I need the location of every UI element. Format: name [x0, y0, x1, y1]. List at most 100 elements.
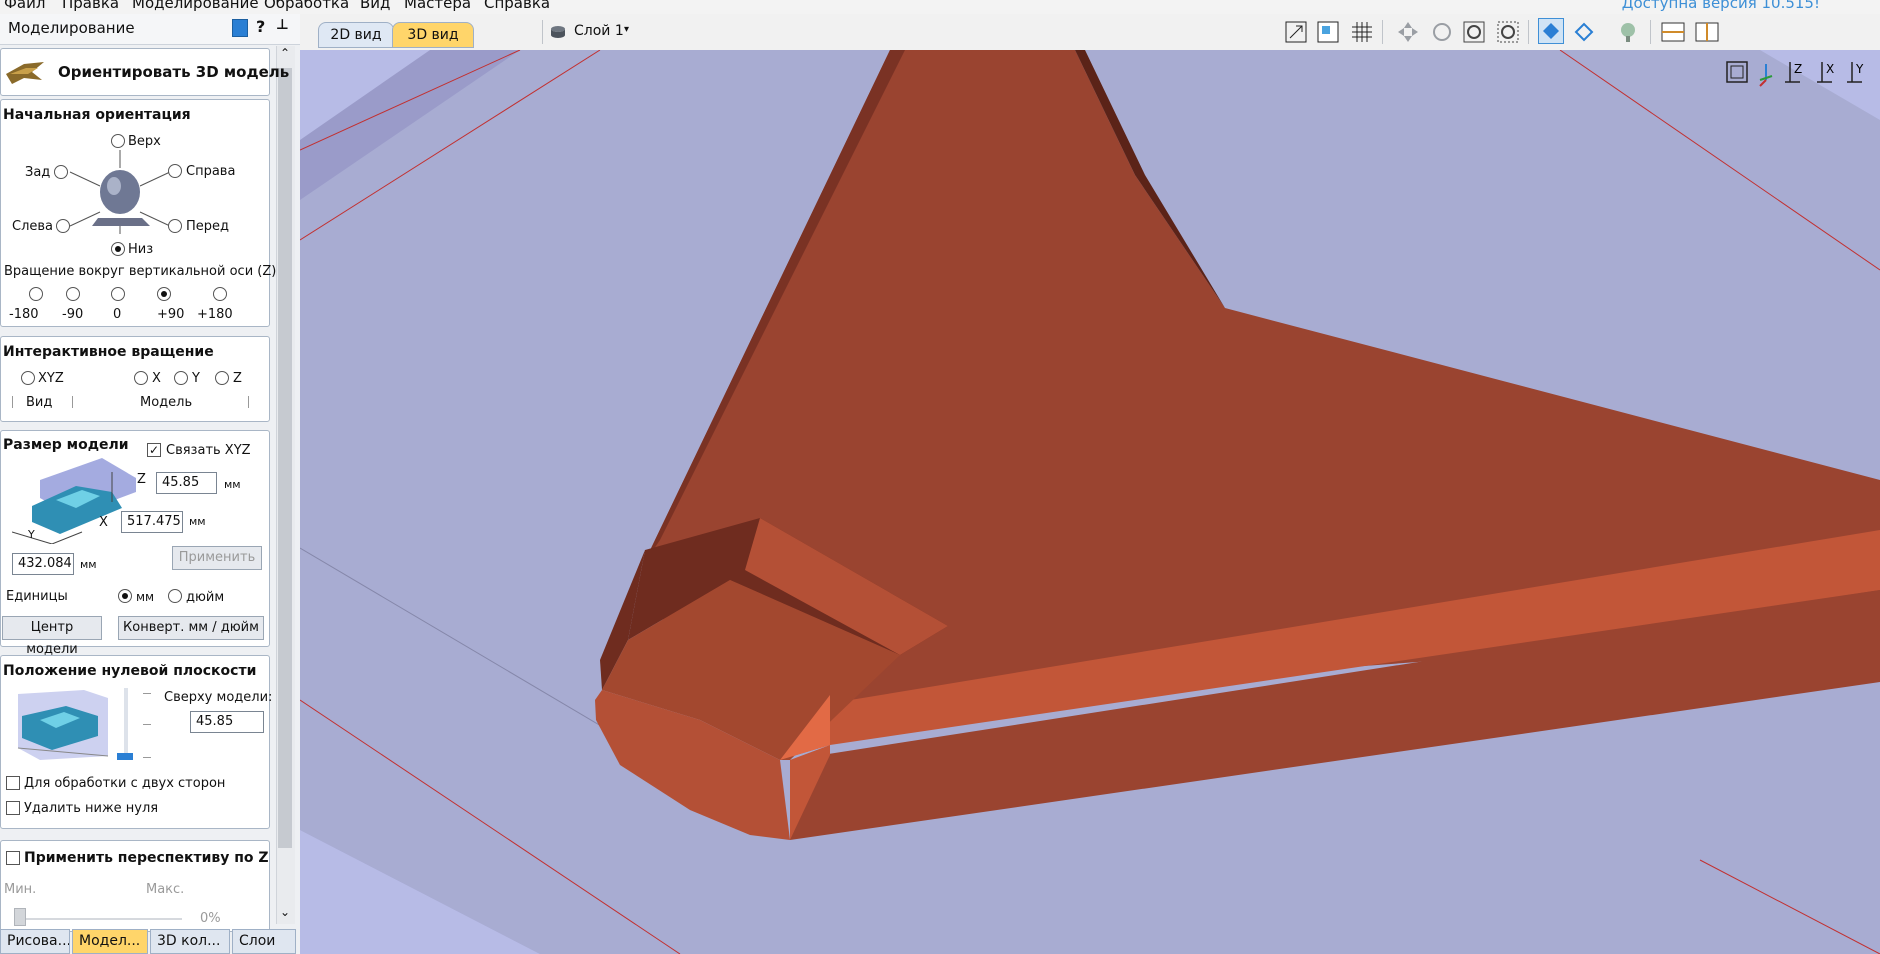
menu-wizards[interactable]: Мастера [404, 0, 471, 12]
zoom-window-icon[interactable] [1462, 20, 1488, 44]
orient-left-radio[interactable] [56, 219, 70, 233]
orientation-diagram [69, 150, 171, 234]
size-x-input[interactable]: 517.475 [121, 511, 183, 533]
rotate-minus90-radio[interactable] [66, 287, 80, 301]
perspective-min-label: Мин. [4, 882, 37, 897]
orient-right-label: Справа [186, 164, 236, 179]
pan-icon[interactable] [1396, 20, 1422, 44]
orient-bottom-radio[interactable] [111, 242, 125, 256]
perspective-max-label: Макс. [146, 882, 185, 897]
divider [12, 396, 13, 408]
chevron-down-icon[interactable]: ▾ [624, 24, 629, 35]
angle-label: -180 [9, 307, 39, 322]
zoom-selection-icon[interactable] [1496, 20, 1522, 44]
tab-label: 3D кол... [157, 933, 221, 949]
orient-front-label: Перед [186, 219, 230, 234]
orient-top-label: Верх [128, 134, 161, 149]
delete-below-zero-checkbox[interactable] [6, 801, 20, 815]
center-model-button[interactable]: Центр модели [2, 616, 102, 657]
tab-label: 3D вид [407, 27, 459, 43]
interactive-rotation-title: Интерактивное вращение [3, 344, 214, 360]
view-mode-icon[interactable] [1316, 20, 1342, 44]
perspective-percent: 0% [200, 911, 221, 926]
orient-top-radio[interactable] [111, 134, 125, 148]
divider [72, 396, 73, 408]
scroll-up-icon[interactable]: ⌃ [280, 46, 290, 60]
rotate-xyz-label: XYZ [38, 371, 64, 386]
size-y-input[interactable]: 432.084 [12, 553, 74, 575]
tab-drawing[interactable]: Рисова... [0, 929, 70, 954]
orient-bottom-label: Низ [128, 242, 154, 257]
tab-modeling[interactable]: Модел... [72, 929, 148, 954]
rotate-xyz-radio[interactable] [21, 371, 35, 385]
menu-view[interactable]: Вид [360, 0, 390, 12]
wireframe-icon[interactable] [1572, 20, 1598, 44]
orient-right-radio[interactable] [168, 164, 182, 178]
help-icon[interactable]: ? [256, 17, 265, 36]
rotate-0-radio[interactable] [111, 287, 125, 301]
menu-machining[interactable]: Обработка [264, 0, 349, 12]
lighting-icon[interactable] [1616, 20, 1642, 44]
convert-units-button[interactable]: Конверт. мм / дюйм [118, 616, 264, 640]
perspective-slider[interactable] [14, 918, 182, 920]
rotate-minus180-radio[interactable] [29, 287, 43, 301]
menu-edit[interactable]: Правка [62, 0, 119, 12]
update-notice-link[interactable]: Доступна версия 10.515! [1622, 0, 1820, 12]
split-vertical-icon[interactable] [1694, 20, 1720, 44]
axis-x-label: X [1826, 62, 1834, 76]
pin-panel-icon[interactable] [232, 19, 248, 37]
layer-dropdown[interactable]: Слой 1 [574, 23, 624, 39]
initial-orientation-title: Начальная ориентация [3, 107, 191, 123]
menu-help[interactable]: Справка [484, 0, 550, 12]
zoom-extents-icon[interactable] [1284, 20, 1310, 44]
zero-plane-slider-handle[interactable] [117, 753, 133, 760]
rotate-z-radio[interactable] [215, 371, 229, 385]
tab-label: Модел... [79, 933, 141, 949]
toolbar-divider [1528, 20, 1529, 44]
tab-3d-view[interactable]: 3D вид [392, 22, 474, 48]
menu-file[interactable]: Файл [4, 0, 45, 12]
size-z-input[interactable]: 45.85 [156, 472, 217, 494]
rotate-x-radio[interactable] [134, 371, 148, 385]
zero-plane-illustration [17, 690, 109, 760]
rotate-x-label: X [152, 371, 161, 386]
perspective-slider-handle[interactable] [14, 908, 26, 926]
top-of-model-label: Сверху модели: [164, 690, 273, 705]
shaded-view-toggle[interactable] [1538, 18, 1564, 44]
rotate-y-radio[interactable] [174, 371, 188, 385]
toolbar-divider [542, 20, 543, 44]
angle-label: +90 [157, 307, 185, 322]
zero-plane-title: Положение нулевой плоскости [3, 663, 257, 679]
perspective-checkbox[interactable] [6, 851, 20, 865]
view-toolbar [300, 14, 1880, 51]
split-horizontal-icon[interactable] [1660, 20, 1686, 44]
link-xyz-checkbox[interactable]: ✓ [147, 443, 161, 457]
orient-front-radio[interactable] [168, 219, 182, 233]
two-sided-checkbox[interactable] [6, 776, 20, 790]
rotate-plus180-radio[interactable] [213, 287, 227, 301]
tab-label: Рисова... [7, 933, 70, 949]
pushpin-icon[interactable]: ⊥ [276, 17, 289, 33]
scroll-down-icon[interactable]: ⌄ [280, 905, 290, 919]
link-xyz-label: Связать XYZ [166, 443, 251, 458]
zero-plane-input[interactable]: 45.85 [190, 711, 264, 733]
tab-2d-view[interactable]: 2D вид [318, 22, 394, 48]
units-mm-radio[interactable] [118, 589, 132, 603]
rotate-plus90-radio[interactable] [157, 287, 171, 301]
apply-size-button[interactable]: Применить [172, 546, 262, 570]
units-inch-radio[interactable] [168, 589, 182, 603]
tab-layers[interactable]: Слои [232, 929, 296, 954]
grid-icon[interactable] [1350, 20, 1376, 44]
units-inch-label: дюйм [186, 590, 225, 605]
3d-viewport[interactable]: Z X Y [300, 50, 1880, 954]
units-mm-label: мм [136, 590, 155, 604]
tab-3d-clipart[interactable]: 3D кол... [150, 929, 230, 954]
rotate-z-label: Z [233, 371, 242, 386]
zoom-icon[interactable] [1430, 20, 1456, 44]
scrollbar-thumb[interactable] [278, 68, 292, 848]
angle-label: -90 [62, 307, 84, 322]
orient-back-radio[interactable] [54, 165, 68, 179]
slider-tick [143, 693, 151, 694]
menu-modeling[interactable]: Моделирование [132, 0, 259, 12]
zero-plane-slider[interactable] [124, 688, 128, 760]
